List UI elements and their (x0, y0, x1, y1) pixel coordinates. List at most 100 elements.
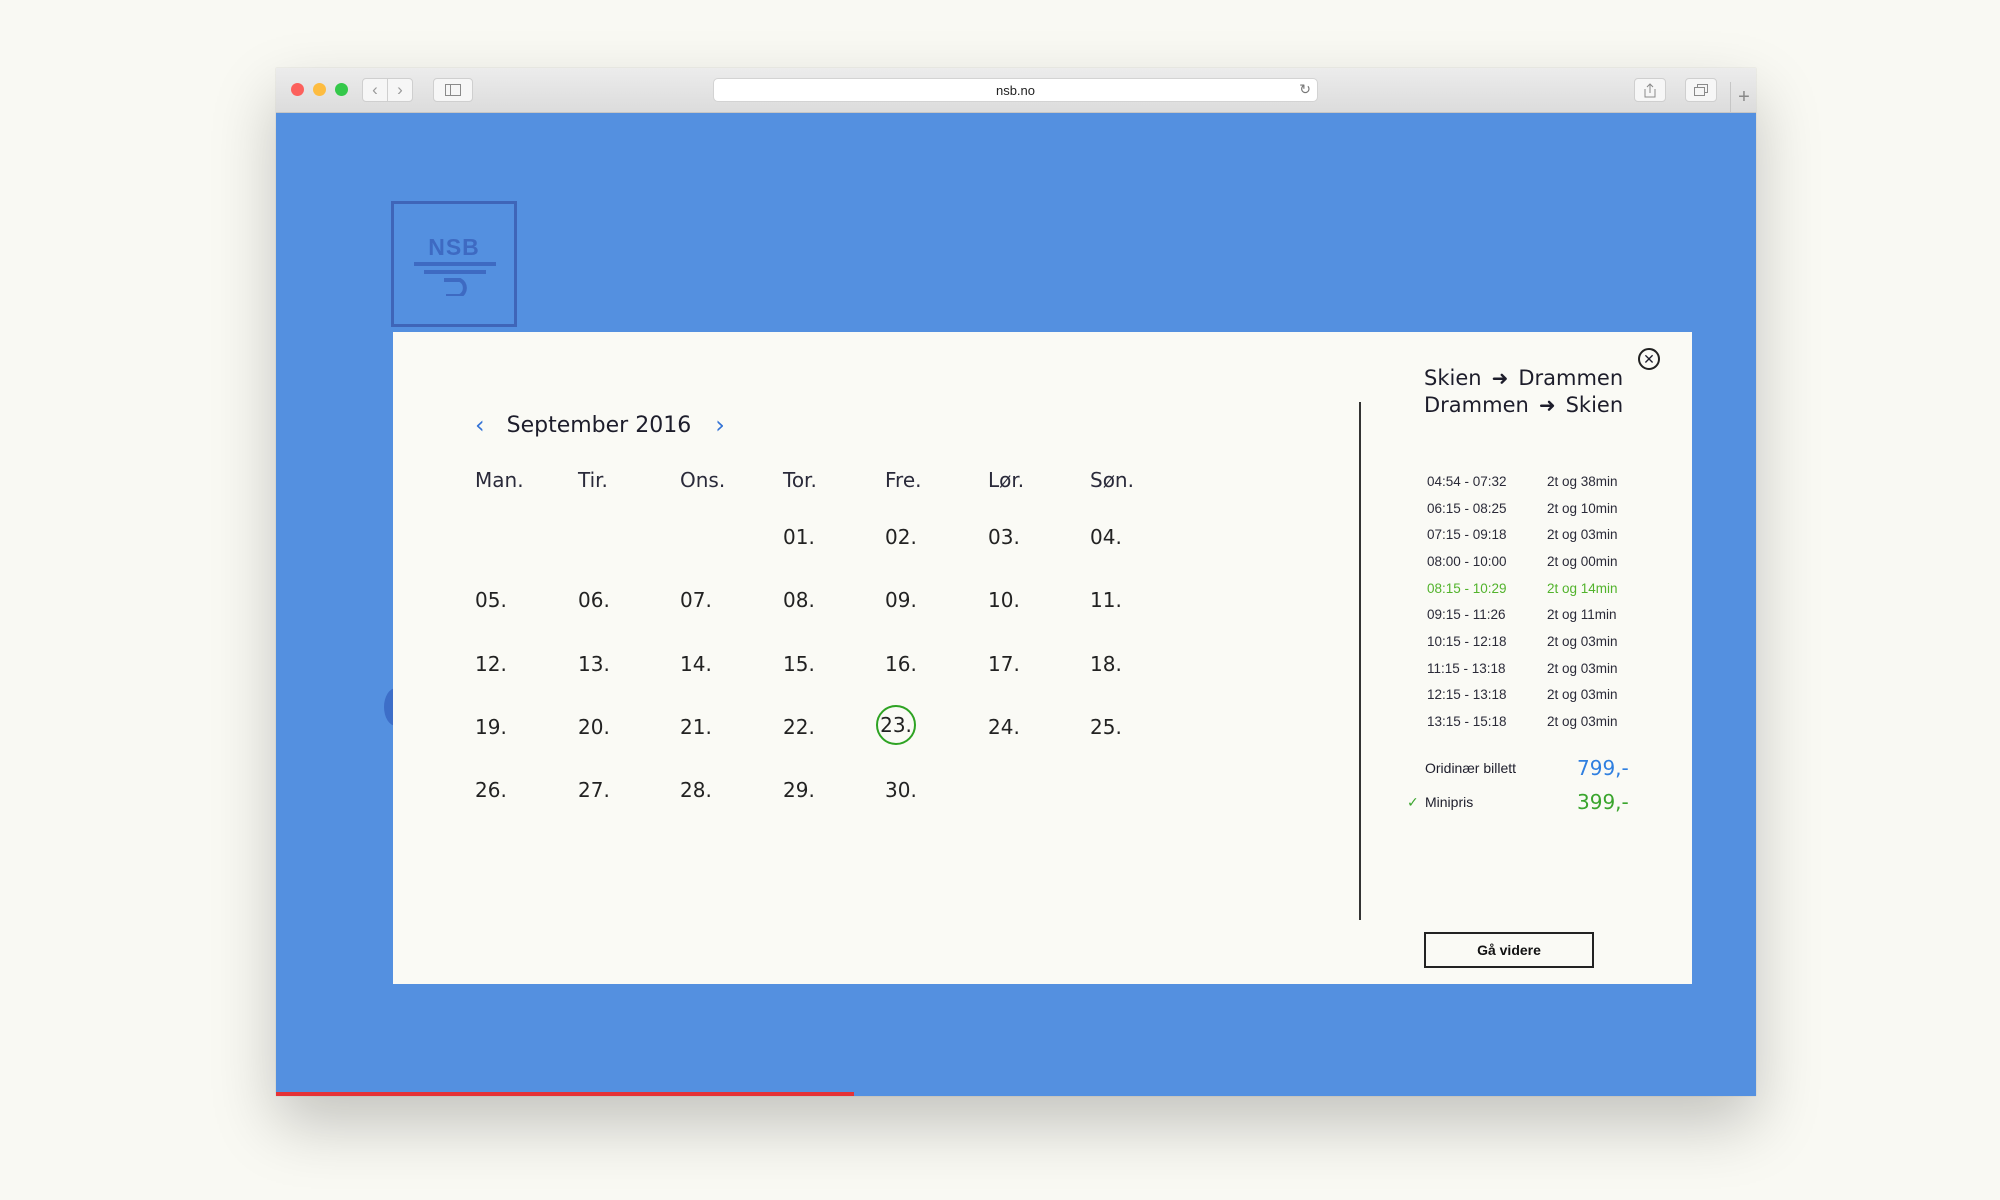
departure-row[interactable]: 06:15 - 08:25 2t og 10min (1427, 495, 1657, 522)
departure-time: 12:15 - 13:18 (1427, 687, 1507, 703)
reload-icon[interactable]: ↻ (1299, 81, 1311, 98)
share-icon (1644, 82, 1656, 97)
departure-row[interactable]: 07:15 - 09:18 2t og 03min (1427, 521, 1657, 548)
departure-duration: 2t og 00min (1547, 553, 1618, 569)
calendar-day[interactable]: 13. (578, 652, 610, 676)
close-modal-button[interactable]: ✕ (1638, 348, 1660, 370)
nsb-logo[interactable]: NSB (391, 201, 517, 327)
departure-time: 10:15 - 12:18 (1427, 633, 1507, 649)
calendar-day[interactable]: 09. (885, 588, 917, 612)
back-button[interactable]: ‹ (362, 78, 388, 102)
calendar-day-selected[interactable]: 23. (876, 705, 916, 745)
show-tabs-button[interactable] (1685, 78, 1717, 102)
tabs-icon (1694, 84, 1708, 96)
next-month-button[interactable]: › (715, 411, 725, 439)
calendar-day[interactable]: 15. (783, 652, 815, 676)
departure-row[interactable]: 10:15 - 12:18 2t og 03min (1427, 628, 1657, 655)
plus-icon: + (1738, 85, 1750, 108)
chevron-left-icon: ‹ (372, 80, 378, 99)
departure-row[interactable]: 09:15 - 11:26 2t og 11min (1427, 601, 1657, 628)
departure-row-selected[interactable]: 08:15 - 10:29 2t og 14min (1427, 575, 1657, 602)
calendar-day[interactable]: 14. (680, 652, 712, 676)
calendar-day[interactable]: 10. (988, 588, 1020, 612)
price-value: 799,- (1577, 756, 1629, 780)
prev-month-button[interactable]: ‹ (475, 411, 485, 439)
forward-button[interactable]: › (387, 78, 413, 102)
logo-text: NSB (428, 234, 480, 260)
loading-progress-bar (276, 1092, 854, 1096)
price-option[interactable]: Oridinær billett 799,- (1407, 756, 1629, 780)
calendar-day[interactable]: 16. (885, 652, 917, 676)
calendar-day[interactable]: 24. (988, 715, 1020, 739)
departure-duration: 2t og 10min (1547, 500, 1618, 516)
calendar-day[interactable]: 25. (1090, 715, 1122, 739)
route-to: Drammen (1518, 366, 1624, 390)
departure-time: 11:15 - 13:18 (1427, 660, 1506, 676)
departure-row[interactable]: 13:15 - 15:18 2t og 03min (1427, 708, 1657, 735)
calendar-day[interactable]: 26. (475, 778, 507, 802)
departure-duration: 2t og 11min (1547, 607, 1617, 623)
departure-duration: 2t og 03min (1547, 527, 1618, 543)
weekday-label: Tir. (578, 468, 608, 492)
calendar-day[interactable]: 27. (578, 778, 610, 802)
month-label: September 2016 (506, 412, 692, 438)
calendar-day[interactable]: 04. (1090, 525, 1122, 549)
departure-time: 04:54 - 07:32 (1427, 473, 1507, 489)
share-button[interactable] (1634, 78, 1666, 102)
calendar-day[interactable]: 29. (783, 778, 815, 802)
calendar-day[interactable]: 11. (1090, 588, 1122, 612)
calendar-day[interactable]: 03. (988, 525, 1020, 549)
departure-row[interactable]: 08:00 - 10:00 2t og 00min (1427, 548, 1657, 575)
continue-button[interactable]: Gå videre (1424, 932, 1594, 968)
sidebar-toggle-button[interactable] (433, 78, 473, 102)
month-header: ‹ September 2016 › (475, 408, 725, 442)
calendar-day[interactable]: 05. (475, 588, 507, 612)
calendar-day[interactable]: 02. (885, 525, 917, 549)
arrow-right-icon: ➜ (1538, 393, 1556, 417)
arrow-right-icon: ➜ (1491, 366, 1509, 390)
calendar-day[interactable]: 28. (680, 778, 712, 802)
calendar-day[interactable]: 06. (578, 588, 610, 612)
weekday-label: Ons. (680, 468, 726, 492)
weekday-label: Man. (475, 468, 524, 492)
weekday-label: Fre. (885, 468, 922, 492)
departure-list: 04:54 - 07:32 2t og 38min 06:15 - 08:25 2t … (1427, 468, 1657, 735)
route-from: Skien (1424, 366, 1482, 390)
departure-row[interactable]: 11:15 - 13:18 2t og 03min (1427, 655, 1657, 682)
chevron-right-icon: › (397, 80, 403, 99)
zoom-window-button[interactable] (335, 83, 348, 96)
departure-duration: 2t og 03min (1547, 633, 1618, 649)
departure-duration: 2t og 03min (1547, 714, 1618, 730)
route-from: Drammen (1424, 393, 1529, 417)
divider (1359, 402, 1361, 920)
weekday-label: Tor. (783, 468, 817, 492)
calendar-day[interactable]: 18. (1090, 652, 1122, 676)
calendar-day[interactable]: 17. (988, 652, 1020, 676)
departure-duration: 2t og 14min (1547, 580, 1618, 596)
price-option[interactable]: ✓ Minipris 399,- (1407, 790, 1629, 814)
calendar-day[interactable]: 07. (680, 588, 712, 612)
calendar-day[interactable]: 19. (475, 715, 507, 739)
check-icon: ✓ (1407, 793, 1419, 810)
address-bar[interactable]: nsb.no ↻ (713, 78, 1318, 102)
sidebar-icon (445, 84, 461, 96)
booking-modal: ✕ ‹ September 2016 › Man. Tir. Ons. Tor. Fre… (393, 332, 1692, 984)
url-text: nsb.no (995, 82, 1036, 98)
new-tab-button[interactable]: + (1730, 82, 1756, 112)
calendar-day[interactable]: 12. (475, 652, 507, 676)
calendar-day[interactable]: 21. (680, 715, 712, 739)
calendar-day[interactable]: 20. (578, 715, 610, 739)
departure-row[interactable]: 12:15 - 13:18 2t og 03min (1427, 682, 1657, 709)
departure-time: 13:15 - 15:18 (1427, 714, 1507, 730)
calendar-day[interactable]: 22. (783, 715, 815, 739)
close-icon: ✕ (1643, 350, 1655, 367)
minimize-window-button[interactable] (313, 83, 326, 96)
departure-row[interactable]: 04:54 - 07:32 2t og 38min (1427, 468, 1657, 495)
departure-time: 08:00 - 10:00 (1427, 553, 1507, 569)
close-window-button[interactable] (291, 83, 304, 96)
departure-time: 07:15 - 09:18 (1427, 527, 1507, 543)
departure-time: 08:15 - 10:29 (1427, 580, 1507, 596)
calendar-day[interactable]: 01. (783, 525, 815, 549)
calendar-day[interactable]: 08. (783, 588, 815, 612)
calendar-day[interactable]: 30. (885, 778, 917, 802)
